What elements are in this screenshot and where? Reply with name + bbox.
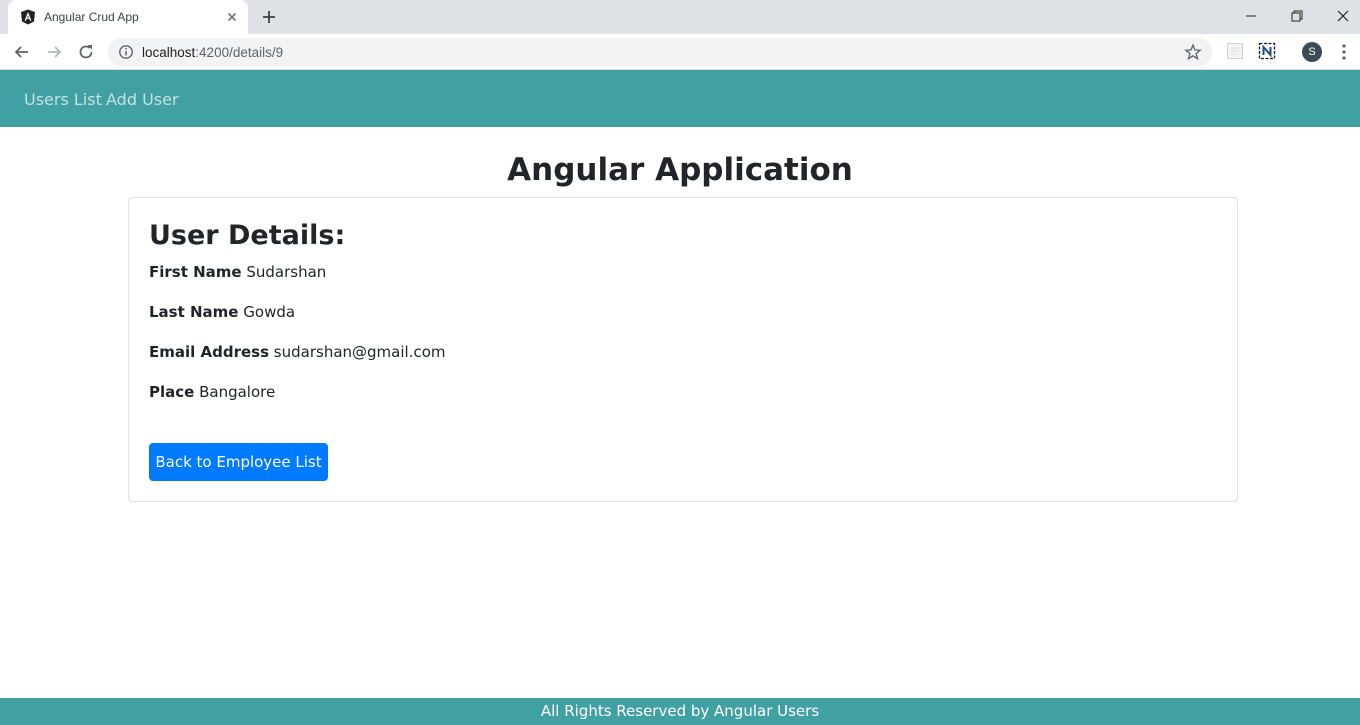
first-name-row: First Name Sudarshan	[149, 263, 326, 281]
field-label: First Name	[149, 263, 242, 281]
back-to-employee-list-button[interactable]: Back to Employee List	[149, 443, 328, 481]
angular-favicon-icon	[21, 9, 35, 25]
field-value: Bangalore	[199, 383, 276, 401]
profile-avatar[interactable]: S	[1302, 42, 1322, 62]
field-label: Place	[149, 383, 195, 401]
footer: All Rights Reserved by Angular Users	[0, 698, 1360, 725]
page-title: Angular Application	[507, 152, 853, 188]
browser-tab[interactable]: Angular Crud App	[8, 0, 248, 34]
reload-icon[interactable]	[76, 42, 96, 62]
url-host: localhost	[142, 45, 196, 60]
browser-menu-icon[interactable]	[1336, 42, 1352, 62]
user-details-heading: User Details:	[149, 220, 346, 251]
email-address-row: Email Address sudarshan@gmail.com	[149, 343, 445, 361]
field-label: Last Name	[149, 303, 239, 321]
user-details-card: User Details: First Name Sudarshan Last …	[128, 197, 1238, 502]
browser-toolbar: localhost:4200/details/9	[0, 34, 1360, 70]
n-extension-icon[interactable]	[1258, 42, 1276, 60]
place-row: Place Bangalore	[149, 383, 275, 401]
field-value: Sudarshan	[246, 263, 327, 281]
url-path: :4200/details/9	[195, 45, 284, 60]
nav-add-user-link[interactable]: Add User	[106, 90, 179, 109]
field-value: sudarshan@gmail.com	[273, 343, 446, 361]
new-tab-icon[interactable]	[260, 8, 278, 26]
forward-arrow-icon[interactable]	[44, 42, 64, 62]
bookmark-star-icon[interactable]	[1184, 43, 1202, 61]
app-navbar: Users List Add User	[0, 70, 1360, 127]
footer-text: All Rights Reserved by Angular Users	[540, 702, 820, 720]
tab-title: Angular Crud App	[44, 10, 139, 24]
nav-users-list-link[interactable]: Users List	[24, 90, 102, 109]
site-info-icon[interactable]	[118, 44, 134, 60]
extension-icon[interactable]	[1226, 42, 1244, 60]
address-bar[interactable]: localhost:4200/details/9	[108, 38, 1212, 66]
back-arrow-icon[interactable]	[12, 42, 32, 62]
close-tab-icon[interactable]	[224, 9, 240, 25]
browser-tabstrip: Angular Crud App	[0, 0, 1360, 34]
close-window-icon[interactable]	[1333, 6, 1353, 26]
field-value: Gowda	[243, 303, 296, 321]
url-text[interactable]: localhost:4200/details/9	[142, 45, 283, 60]
restore-window-icon[interactable]	[1287, 6, 1307, 26]
last-name-row: Last Name Gowda	[149, 303, 295, 321]
field-label: Email Address	[149, 343, 270, 361]
minimize-window-icon[interactable]	[1241, 6, 1261, 26]
